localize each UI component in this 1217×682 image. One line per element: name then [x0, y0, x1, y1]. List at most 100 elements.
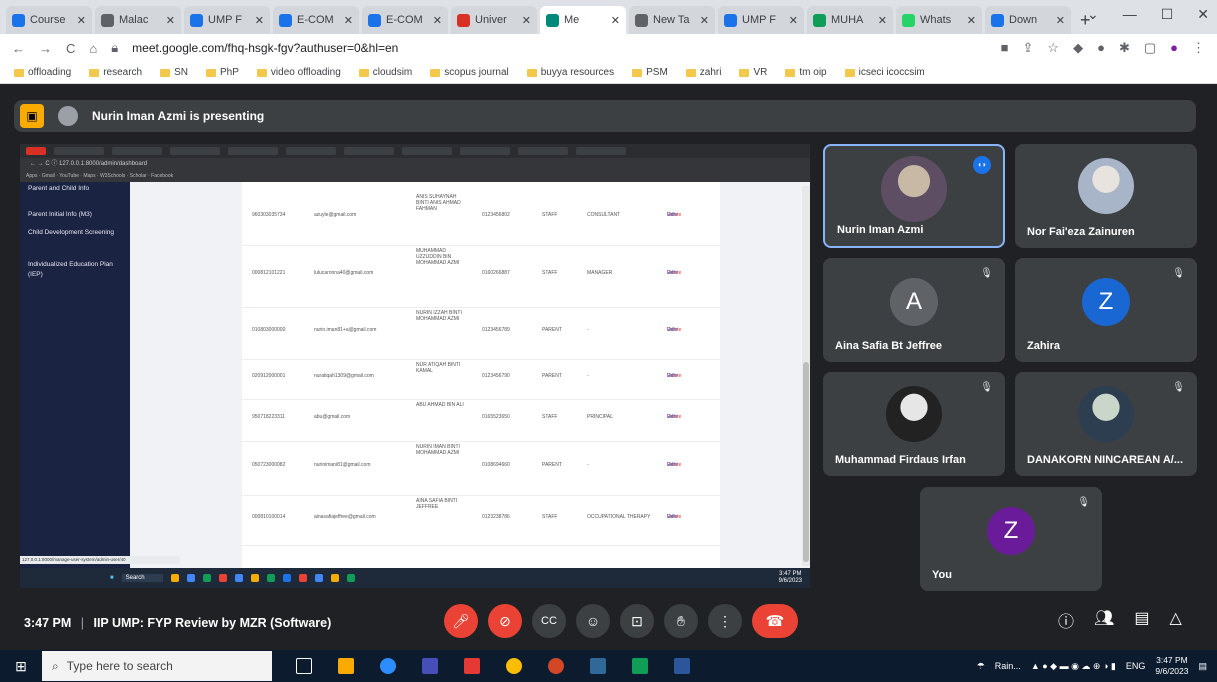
python-icon[interactable] [590, 658, 606, 674]
close-tab-icon[interactable]: ✕ [344, 14, 353, 27]
reload-icon[interactable]: C [66, 41, 75, 56]
camera-off-button[interactable]: ⊘ [488, 604, 522, 638]
participant-tile[interactable]: Z 🎙︎ You [920, 487, 1102, 591]
close-tab-icon[interactable]: ✕ [255, 14, 264, 27]
system-clock[interactable]: 3:47 PM 9/6/2023 [1155, 655, 1188, 677]
zoom-icon[interactable] [380, 658, 396, 674]
participant-tile[interactable]: ◖◗ Nurin Iman Azmi [823, 144, 1005, 248]
language-indicator[interactable]: ENG [1126, 661, 1146, 671]
browser-tab[interactable]: New Ta ✕ [629, 6, 715, 34]
extension-icon[interactable]: ◆ [1073, 40, 1083, 56]
browser-tab[interactable]: E-COM ✕ [362, 6, 448, 34]
close-tab-icon[interactable]: ✕ [522, 14, 531, 27]
back-icon[interactable]: ← [12, 41, 25, 56]
browser-tab[interactable]: UMP F ✕ [718, 6, 804, 34]
start-button[interactable]: ⊞ [0, 658, 42, 675]
bookmark-item[interactable]: SN [160, 67, 188, 78]
browser-tab[interactable]: Down ✕ [985, 6, 1071, 34]
maximize-button[interactable]: ☐ [1161, 6, 1174, 23]
close-tab-icon[interactable]: ✕ [433, 14, 442, 27]
share-icon[interactable]: ⇪ [1023, 40, 1034, 56]
tab-search-icon[interactable]: ⌄ [1087, 6, 1099, 23]
browser-tab[interactable]: Me ✕ [540, 6, 626, 34]
browser-tab[interactable]: UMP F ✕ [184, 6, 270, 34]
word-icon[interactable] [674, 658, 690, 674]
teams-icon[interactable] [422, 658, 438, 674]
end-call-button[interactable]: ☎︎ [752, 604, 798, 638]
powerpoint-icon[interactable] [548, 658, 564, 674]
delete-link[interactable]: Delete [667, 414, 681, 420]
browser-tab[interactable]: Univer ✕ [451, 6, 537, 34]
delete-link[interactable]: Delete [667, 270, 681, 276]
mic-off-button[interactable]: 🎤︎ [444, 604, 478, 638]
delete-link[interactable]: Delete [667, 462, 681, 468]
close-tab-icon[interactable]: ✕ [700, 14, 709, 27]
chrome-icon[interactable] [506, 658, 522, 674]
bookmark-item[interactable]: tm oip [785, 67, 827, 78]
minimize-button[interactable]: — [1123, 6, 1137, 23]
delete-link[interactable]: Delete [667, 327, 681, 333]
puzzle-icon[interactable]: ✱ [1119, 40, 1130, 56]
file-explorer-icon[interactable] [338, 658, 354, 674]
bookmark-item[interactable]: PhP [206, 67, 239, 78]
delete-link[interactable]: Delete [667, 212, 681, 218]
shared-sidebar-item[interactable]: Parent and Child Info [20, 184, 130, 194]
sidepanel-icon[interactable]: ▢ [1144, 40, 1156, 56]
lock-icon[interactable]: 🔒︎ [111, 40, 118, 56]
browser-tab[interactable]: E-COM ✕ [273, 6, 359, 34]
bookmark-item[interactable]: VR [739, 67, 767, 78]
bookmark-star-icon[interactable]: ☆ [1047, 40, 1059, 56]
participant-tile[interactable]: A 🎙︎ Aina Safia Bt Jeffree [823, 258, 1005, 362]
forward-icon[interactable]: → [39, 41, 52, 56]
participant-tile[interactable]: 🎙︎ Muhammad Firdaus Irfan [823, 372, 1005, 476]
bookmark-item[interactable]: video offloading [256, 67, 341, 78]
bookmark-item[interactable]: icseci icoccsim [844, 67, 925, 78]
chat-icon[interactable]: ▤ [1134, 608, 1149, 632]
scrollbar-thumb[interactable] [803, 362, 809, 562]
home-icon[interactable]: ⌂ [89, 41, 97, 56]
browser-tab[interactable]: Course ✕ [6, 6, 92, 34]
close-tab-icon[interactable]: ✕ [967, 14, 976, 27]
tray-icons[interactable]: ▲ ● ◆ ▬ ◉ ☁ ⊕ ◑ ▮ [1031, 661, 1116, 672]
close-tab-icon[interactable]: ✕ [166, 14, 175, 27]
bookmark-item[interactable]: offloading [14, 67, 71, 78]
close-window-button[interactable]: ✕ [1197, 6, 1209, 23]
activities-icon[interactable]: △ [1169, 608, 1181, 632]
weather-text[interactable]: Rain... [995, 661, 1021, 671]
close-tab-icon[interactable]: ✕ [77, 14, 86, 27]
bookmark-item[interactable]: PSM [632, 67, 668, 78]
reactions-button[interactable]: ☺ [576, 604, 610, 638]
bookmark-item[interactable]: research [89, 67, 142, 78]
captions-button[interactable]: CC [532, 604, 566, 638]
close-tab-icon[interactable]: ✕ [611, 14, 620, 27]
url-field[interactable]: meet.google.com/fhq-hsgk-fgv?authuser=0&… [132, 41, 986, 55]
people-icon[interactable]: 👥︎ [1094, 608, 1114, 632]
browser-tab[interactable]: Malac ✕ [95, 6, 181, 34]
browser-tab[interactable]: MUHA ✕ [807, 6, 893, 34]
participant-tile[interactable]: Nor Fai'eza Zainuren [1015, 144, 1197, 248]
profile-avatar[interactable]: ● [1170, 40, 1178, 56]
notifications-icon[interactable]: ▤ [1198, 661, 1207, 672]
bookmark-item[interactable]: zahri [685, 67, 721, 78]
close-tab-icon[interactable]: ✕ [1056, 14, 1065, 27]
delete-link[interactable]: Delete [667, 373, 681, 379]
bookmark-item[interactable]: cloudsim [358, 67, 412, 78]
task-view-icon[interactable] [296, 658, 312, 674]
extension-icon[interactable]: ● [1097, 40, 1105, 56]
shared-sidebar-item[interactable]: Parent Initial Info (M3) [20, 210, 130, 220]
close-tab-icon[interactable]: ✕ [878, 14, 887, 27]
shared-sidebar-item[interactable]: Individualized Education Plan (IEP) [20, 260, 130, 280]
participant-tile[interactable]: Z 🎙︎ Zahira [1015, 258, 1197, 362]
shared-sidebar-item[interactable]: Child Development Screening [20, 228, 130, 238]
camera-icon[interactable]: ■ [1001, 40, 1009, 56]
browser-tab[interactable]: Whats ✕ [896, 6, 982, 34]
bookmark-item[interactable]: scopus journal [430, 67, 509, 78]
taskbar-search[interactable]: ⌕ Type here to search [42, 651, 272, 681]
present-button[interactable]: ⊡ [620, 604, 654, 638]
bookmark-item[interactable]: buyya resources [526, 67, 614, 78]
acrobat-icon[interactable] [464, 658, 480, 674]
menu-icon[interactable]: ⋮ [1192, 40, 1205, 56]
present-stop-icon[interactable]: ▣ [20, 104, 44, 128]
close-tab-icon[interactable]: ✕ [789, 14, 798, 27]
more-options-button[interactable]: ⋮ [708, 604, 742, 638]
